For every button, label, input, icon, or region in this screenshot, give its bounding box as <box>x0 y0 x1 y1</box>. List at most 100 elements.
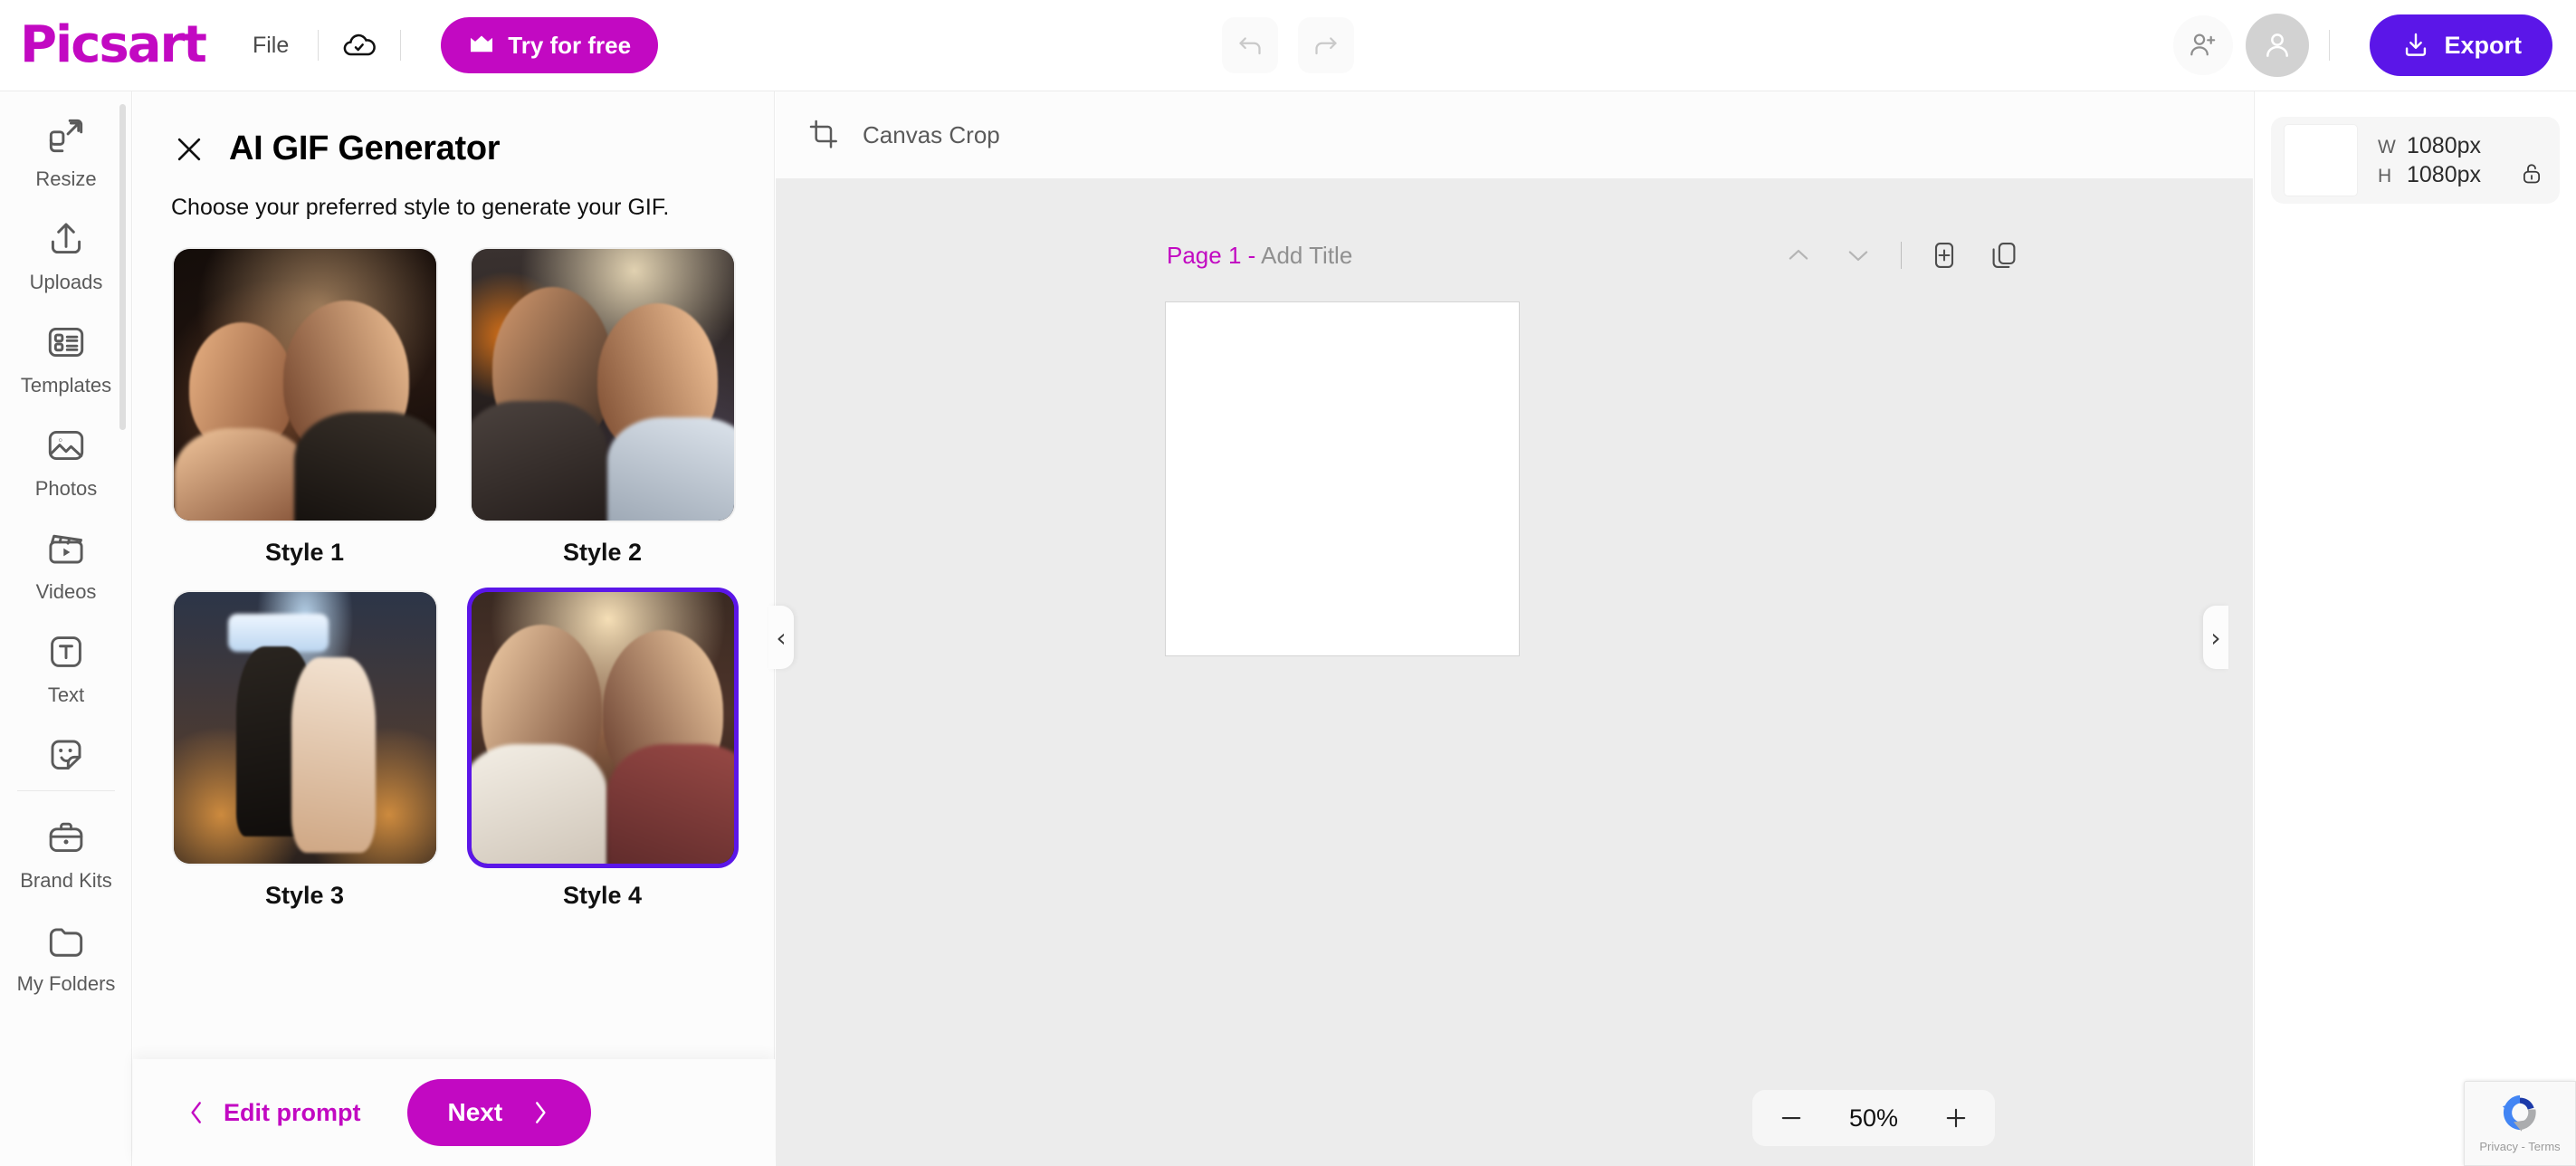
style-art-figure <box>607 743 734 864</box>
style-label: Style 4 <box>562 881 643 909</box>
my-folders-icon <box>49 928 83 957</box>
minus-icon[interactable] <box>1776 1103 1807 1133</box>
header-divider-3 <box>2329 30 2331 61</box>
cloud-check-icon <box>343 33 377 56</box>
style-art-figure <box>607 416 734 521</box>
canvas-height-row[interactable]: H 1080px <box>2378 162 2481 188</box>
brand-kits-icon <box>49 822 83 853</box>
add-page-button[interactable] <box>1923 234 1965 276</box>
style-thumbnail[interactable] <box>471 591 734 864</box>
height-value[interactable]: 1080px <box>2407 162 2481 188</box>
collapse-left-panel-button[interactable]: ‹ <box>768 606 794 669</box>
sidebar-item-label: Text <box>47 683 85 706</box>
header-divider-1 <box>318 30 320 61</box>
sidebar-item-label: My Folders <box>16 972 116 995</box>
crop-icon[interactable] <box>806 117 843 153</box>
canvas-page[interactable] <box>1165 301 1520 656</box>
sidebar-item-photos[interactable]: Photos <box>0 406 131 510</box>
sidebar-item-stickers[interactable] <box>0 716 131 787</box>
invite-collaborator-button[interactable] <box>2173 15 2234 75</box>
upload-icon <box>51 223 81 254</box>
style-thumbnail[interactable] <box>173 591 436 864</box>
cloud-save-button[interactable] <box>339 24 380 66</box>
sidebar-item-uploads[interactable]: Uploads <box>0 200 131 303</box>
sidebar-item-my-folders[interactable]: My Folders <box>0 902 131 1005</box>
style-art-figure <box>471 743 608 864</box>
page-title-row[interactable]: Page 1 - Add Title <box>1167 242 1352 270</box>
next-label: Next <box>447 1098 503 1126</box>
try-for-free-button[interactable]: Try for free <box>441 17 659 73</box>
undo-button[interactable] <box>1222 17 1278 73</box>
edit-prompt-button[interactable]: Edit prompt <box>186 1099 360 1127</box>
chevron-right-icon <box>536 1102 546 1123</box>
sidebar-item-brand-kits[interactable]: Brand Kits <box>0 791 131 902</box>
chevron-right-icon: › <box>2210 622 2221 653</box>
style-label: Style 3 <box>264 881 345 909</box>
move-page-up-button[interactable] <box>1778 234 1819 276</box>
sidebar-scrollbar-thumb[interactable] <box>119 104 126 430</box>
file-menu[interactable]: File <box>243 25 298 66</box>
style-art-figure <box>291 656 376 853</box>
plus-icon[interactable] <box>1941 1103 1971 1133</box>
style-option[interactable]: Style 1 <box>169 248 440 592</box>
picsart-logo[interactable]: Picsart <box>20 20 207 71</box>
recaptcha-privacy-terms[interactable]: Privacy - Terms <box>2479 1140 2560 1153</box>
style-label: Style 2 <box>562 538 643 566</box>
style-option[interactable]: Style 2 <box>467 248 738 592</box>
next-button[interactable]: Next <box>407 1079 592 1146</box>
sidebar-item-templates[interactable]: Templates <box>0 303 131 406</box>
style-thumbnail[interactable] <box>471 248 734 521</box>
unlocked-icon <box>2524 164 2540 184</box>
add-person-icon <box>2190 33 2216 56</box>
sidebar-item-resize[interactable]: Resize <box>0 91 131 200</box>
style-option-selected[interactable]: Style 4 <box>467 591 738 935</box>
redo-button[interactable] <box>1298 17 1354 73</box>
try-for-free-label: Try for free <box>508 31 632 59</box>
app-header: Picsart File Try for free Export <box>0 0 2576 91</box>
style-label: Style 1 <box>264 538 345 566</box>
templates-icon <box>48 327 84 358</box>
recaptcha-logo-icon <box>2502 1094 2536 1132</box>
history-controls <box>1222 17 1354 73</box>
page-title-input[interactable]: Add Title <box>1261 242 1352 269</box>
right-properties-panel: W 1080px H 1080px <box>2254 91 2576 1166</box>
sidebar-item-text[interactable]: Text <box>0 613 131 716</box>
close-icon[interactable] <box>171 131 207 167</box>
chevron-down-icon <box>1848 251 1868 262</box>
page-actions <box>1778 234 2025 276</box>
sidebar-scrollbar[interactable] <box>119 91 129 1166</box>
style-option[interactable]: Style 3 <box>169 591 440 935</box>
sidebar-item-label: Videos <box>35 580 97 603</box>
width-value[interactable]: 1080px <box>2407 133 2481 159</box>
page-actions-divider <box>1901 242 1902 269</box>
panel-action-bar: Edit prompt Next <box>133 1059 775 1166</box>
canvas-toolbar: Canvas Crop <box>776 91 2253 179</box>
add-page-icon <box>1934 243 1954 268</box>
width-label: W <box>2378 136 2396 158</box>
style-thumbnail[interactable] <box>173 248 436 521</box>
sidebar-item-label: Resize <box>35 167 97 190</box>
recaptcha-badge[interactable]: Privacy - Terms <box>2464 1081 2576 1166</box>
sidebar-item-label: Uploads <box>29 271 103 293</box>
chevron-up-icon <box>1789 249 1808 260</box>
aspect-ratio-lock-button[interactable] <box>2518 159 2545 191</box>
canvas-width-row[interactable]: W 1080px <box>2378 133 2481 159</box>
duplicate-page-button[interactable] <box>1983 234 2025 276</box>
avatar[interactable] <box>2246 14 2310 77</box>
edit-prompt-label: Edit prompt <box>224 1098 361 1126</box>
page-separator: - <box>1247 241 1256 269</box>
zoom-level[interactable]: 50% <box>1849 1104 1898 1133</box>
move-page-down-button[interactable] <box>1837 234 1879 276</box>
page-title: AI GIF Generator <box>229 129 501 167</box>
export-button[interactable]: Export <box>2370 14 2552 76</box>
stickers-icon <box>51 740 81 770</box>
sidebar-item-videos[interactable]: Videos <box>0 510 131 613</box>
page-controls-row: Page 1 - Add Title <box>776 234 2253 276</box>
text-icon <box>51 636 81 667</box>
style-art-figure <box>471 400 608 521</box>
expand-right-panel-button[interactable]: › <box>2203 606 2228 669</box>
undo-icon <box>1239 37 1261 55</box>
duplicate-page-icon <box>1992 243 2016 268</box>
canvas-size-card[interactable]: W 1080px H 1080px <box>2271 117 2560 204</box>
style-art-figure <box>293 411 436 521</box>
